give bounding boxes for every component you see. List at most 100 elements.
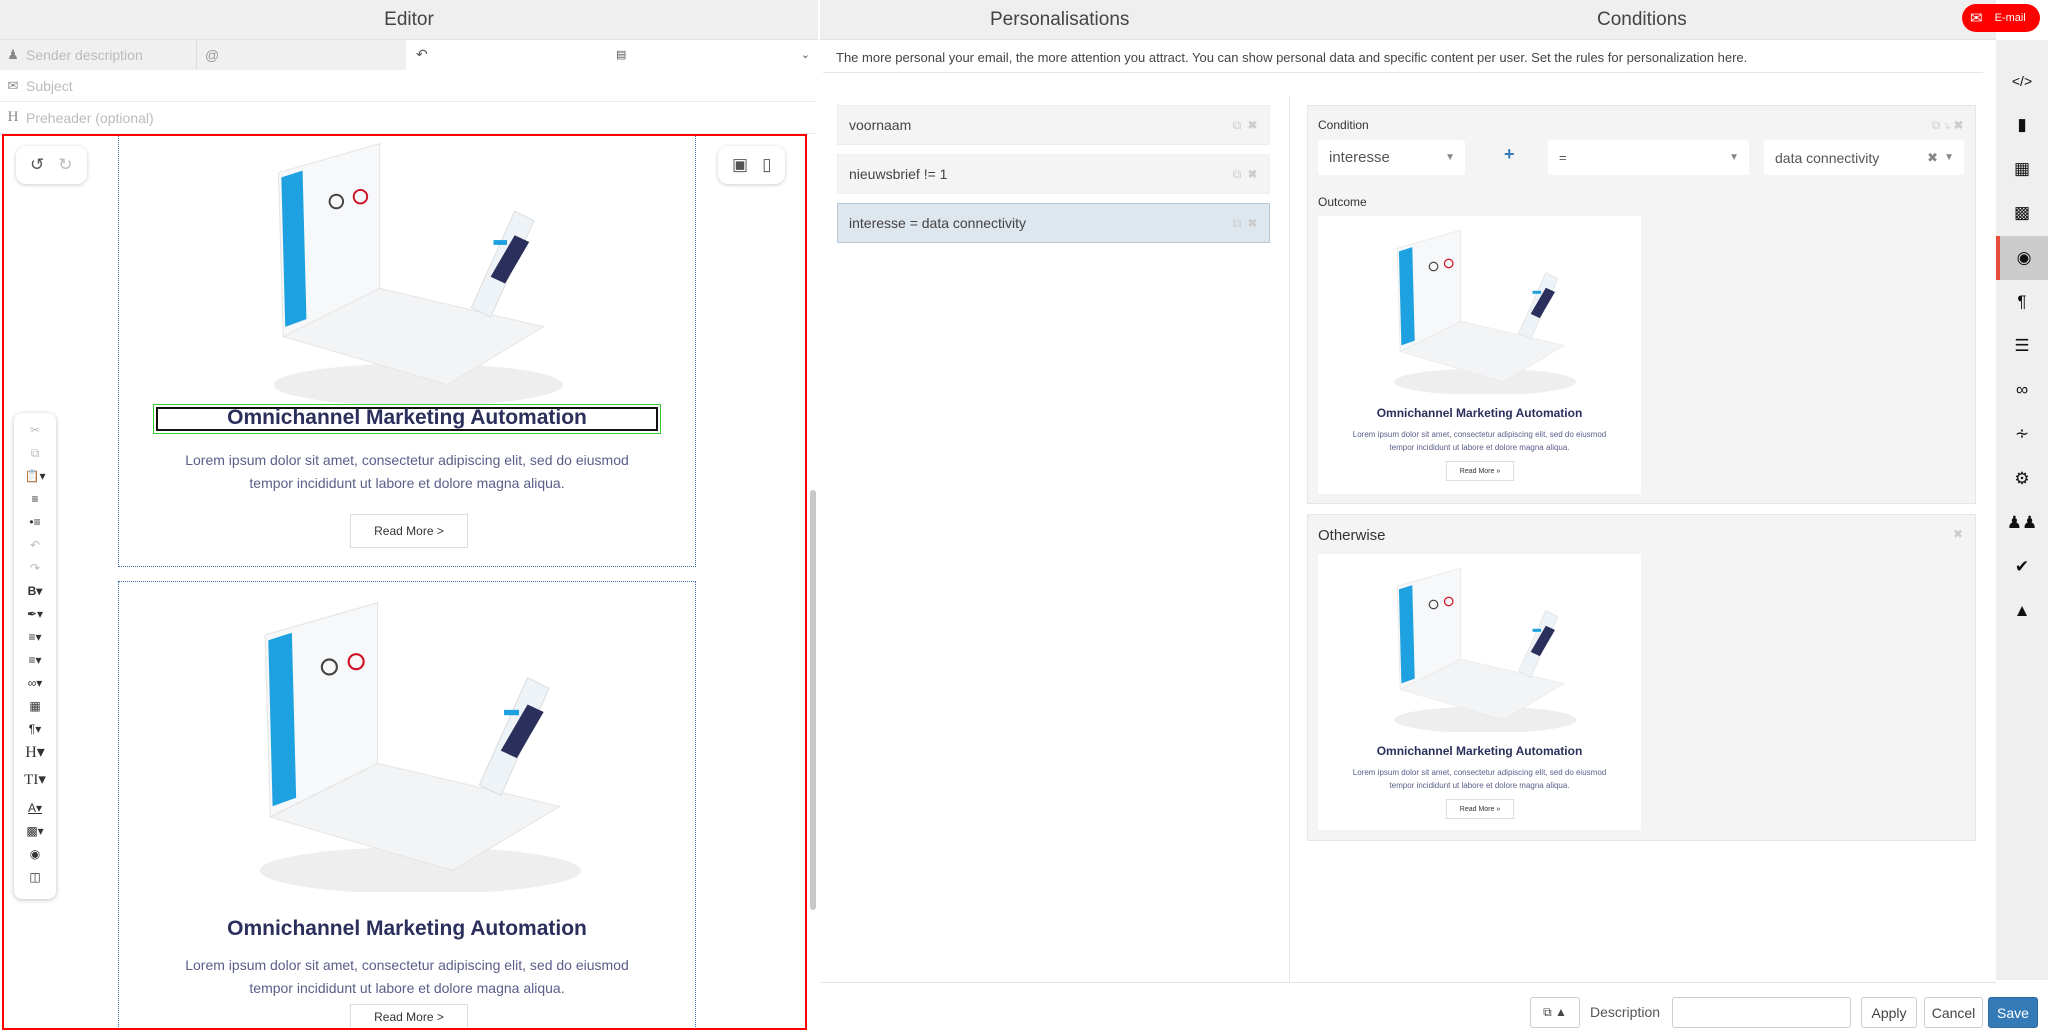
sender-email-input[interactable]: @ [196, 39, 406, 70]
redo-icon[interactable]: ↻ [58, 155, 72, 175]
paste-icon[interactable]: 📋▾ [25, 465, 46, 488]
otherwise-preview[interactable]: Omnichannel Marketing Automation Lorem i… [1318, 554, 1641, 830]
image-icon[interactable]: ▩ [1996, 191, 2048, 235]
file-icon[interactable]: ▮ [1996, 103, 2048, 147]
panel-header: Personalisations Conditions ✉ E-mail [820, 0, 2040, 40]
devices-image [258, 601, 583, 892]
field-value: interesse [1329, 149, 1390, 166]
line-height-icon[interactable]: ≡▾ [28, 626, 41, 649]
description-label: Description [1590, 1004, 1661, 1020]
operator-select[interactable]: = ▼ [1548, 140, 1749, 175]
rss-icon[interactable]: ∻ [1996, 412, 2048, 456]
block-text-line[interactable]: Lorem ipsum dolor sit amet, consectetur … [119, 954, 695, 977]
block-text-line[interactable]: tempor incididunt ut labore et dolore ma… [119, 977, 695, 1000]
font-color-icon[interactable]: A▾ [28, 797, 42, 820]
desktop-icon[interactable]: ▣ [732, 155, 748, 175]
cancel-button[interactable]: Cancel [1924, 997, 1983, 1028]
ordered-list-icon[interactable]: ≡ [31, 488, 38, 511]
preheader-row[interactable]: H Preheader (optional) [0, 102, 816, 134]
copy-delete-icons[interactable]: ⧉ ✖ [1233, 167, 1257, 182]
subject-row[interactable]: ✉ Subject [0, 70, 816, 102]
block-text-line[interactable]: Lorem ipsum dolor sit amet, consectetur … [119, 449, 695, 472]
preview-heading: Omnichannel Marketing Automation [1376, 744, 1583, 758]
reply-to-select[interactable]: ↶ ▤ ⌄ [406, 39, 816, 70]
mobile-icon[interactable]: ▯ [762, 155, 771, 175]
preheader-input[interactable]: Preheader (optional) [26, 110, 154, 126]
preview-text: Lorem ipsum dolor sit amet, consectetur … [1352, 768, 1607, 777]
link-icon[interactable]: ∞▾ [28, 672, 43, 695]
gear-icon[interactable]: ⚙ [1996, 457, 2048, 501]
sender-description-input[interactable]: Sender description [26, 47, 196, 63]
link-icon[interactable]: ∞ [1996, 368, 2048, 412]
value-select[interactable]: data connectivity ✖ ▼ [1764, 140, 1964, 175]
undo-icon[interactable]: ↶ [30, 534, 40, 557]
description-input[interactable] [1672, 997, 1851, 1028]
email-canvas[interactable]: Omnichannel Marketing Automation Lorem i… [2, 134, 807, 1030]
personalisation-item[interactable]: nieuwsbrief != 1 ⧉ ✖ [837, 154, 1270, 194]
check-icon[interactable]: ✔ [1996, 545, 2048, 589]
operator-value: = [1559, 150, 1567, 165]
preview-text: tempor incididunt ut labore et dolore ma… [1389, 443, 1570, 452]
cut-icon[interactable]: ✂ [30, 419, 40, 442]
table-icon[interactable]: ▦ [29, 695, 40, 718]
intro-text: The more personal your email, the more a… [836, 50, 1748, 65]
personalisations-panel: Personalisations Conditions ✉ E-mail The … [820, 0, 2040, 1034]
item-label: voornaam [849, 117, 912, 133]
devices-image [272, 142, 564, 404]
condition-label: Condition [1318, 118, 1369, 132]
block-text-line[interactable]: tempor incididunt ut labore et dolore ma… [119, 472, 695, 495]
condition-actions[interactable]: ⧉ ⤵ ✖ [1932, 118, 1963, 133]
background-color-icon[interactable]: ▩▾ [26, 820, 43, 843]
copy-icon[interactable]: ⧉ [31, 442, 40, 465]
content-block[interactable]: Omnichannel Marketing Automation Lorem i… [118, 136, 696, 567]
align-icon[interactable]: ≡▾ [28, 649, 41, 672]
eye-icon[interactable]: ◉ [1996, 236, 2048, 280]
brush-icon[interactable]: ✒▾ [27, 603, 43, 626]
delete-icon[interactable]: ✖ [1953, 527, 1963, 541]
code-icon[interactable]: </> [1996, 59, 2048, 103]
add-condition-icon[interactable]: + [1504, 144, 1515, 165]
outcome-preview[interactable]: Omnichannel Marketing Automation Lorem i… [1318, 216, 1641, 494]
subject-input[interactable]: Subject [26, 78, 73, 94]
editor-scrollbar[interactable] [810, 490, 816, 910]
item-label: interesse = data connectivity [849, 215, 1027, 231]
personalisation-item-active[interactable]: interesse = data connectivity ⧉ ✖ [837, 203, 1270, 243]
read-more-button[interactable]: Read More > [350, 514, 468, 548]
paragraph-icon[interactable]: ¶▾ [29, 718, 41, 741]
bold-icon[interactable]: B▾ [28, 580, 43, 603]
reply-icon: ↶ [416, 46, 428, 62]
undo-icon[interactable]: ↺ [30, 155, 44, 175]
flask-icon[interactable]: ▲ [1996, 589, 2048, 633]
devices-image [1393, 567, 1577, 732]
block-heading[interactable]: Omnichannel Marketing Automation [119, 917, 695, 941]
apply-button[interactable]: Apply [1861, 997, 1917, 1028]
heading-icon: H [7, 109, 19, 125]
eye-icon[interactable]: ◉ [30, 843, 40, 866]
block-heading[interactable]: Omnichannel Marketing Automation [119, 406, 695, 430]
save-button[interactable]: Save [1988, 997, 2038, 1028]
envelope-icon: ✉ [1970, 10, 1983, 27]
source-code-icon[interactable]: ◫ [29, 866, 40, 889]
value-text: data connectivity [1775, 149, 1880, 166]
grid-icon[interactable]: ▦ [1996, 147, 2048, 191]
content-block[interactable]: Omnichannel Marketing Automation Lorem i… [118, 581, 696, 1028]
database-icon[interactable]: ☰ [1996, 324, 2048, 368]
unordered-list-icon[interactable]: •≡ [29, 511, 40, 534]
users-icon[interactable]: ♟♟ [1996, 501, 2048, 545]
field-select[interactable]: interesse ▼ [1318, 140, 1465, 175]
caret-down-icon: ▼ [1729, 152, 1739, 163]
copy-delete-icons[interactable]: ⧉ ✖ [1233, 216, 1257, 231]
personalisation-item[interactable]: voornaam ⧉ ✖ [837, 105, 1270, 145]
copy-dropdown-button[interactable]: ⧉ ▲ [1530, 997, 1580, 1028]
read-more-button[interactable]: Read More > [350, 1004, 468, 1028]
clear-icon[interactable]: ✖ [1927, 150, 1938, 166]
redo-icon[interactable]: ↷ [30, 557, 40, 580]
heading-icon[interactable]: H▾ [25, 741, 45, 769]
otherwise-box: Otherwise ✖ Omnichannel Marketing Automa… [1307, 514, 1976, 841]
paragraph-icon[interactable]: ¶ [1996, 280, 2048, 324]
copy-delete-icons[interactable]: ⧉ ✖ [1233, 118, 1257, 133]
sender-row: ♟ Sender description @ ↶ ▤ ⌄ [0, 39, 816, 70]
email-badge[interactable]: ✉ E-mail [1962, 4, 2040, 32]
divider [823, 72, 1983, 73]
font-size-icon[interactable]: TI▾ [24, 769, 46, 797]
